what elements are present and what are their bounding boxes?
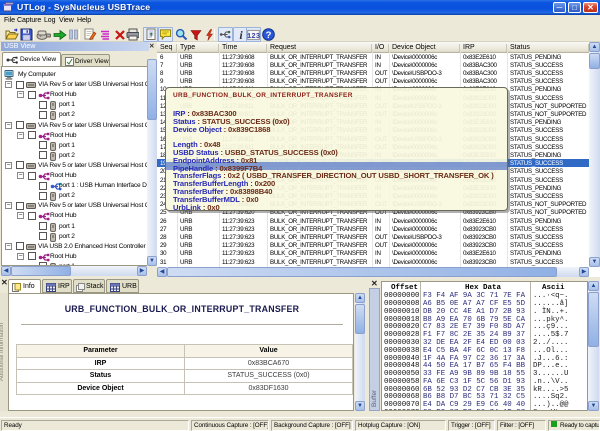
svg-text:123: 123 xyxy=(247,32,260,40)
svg-text:?: ? xyxy=(266,30,272,41)
svg-text:i: i xyxy=(239,29,243,41)
